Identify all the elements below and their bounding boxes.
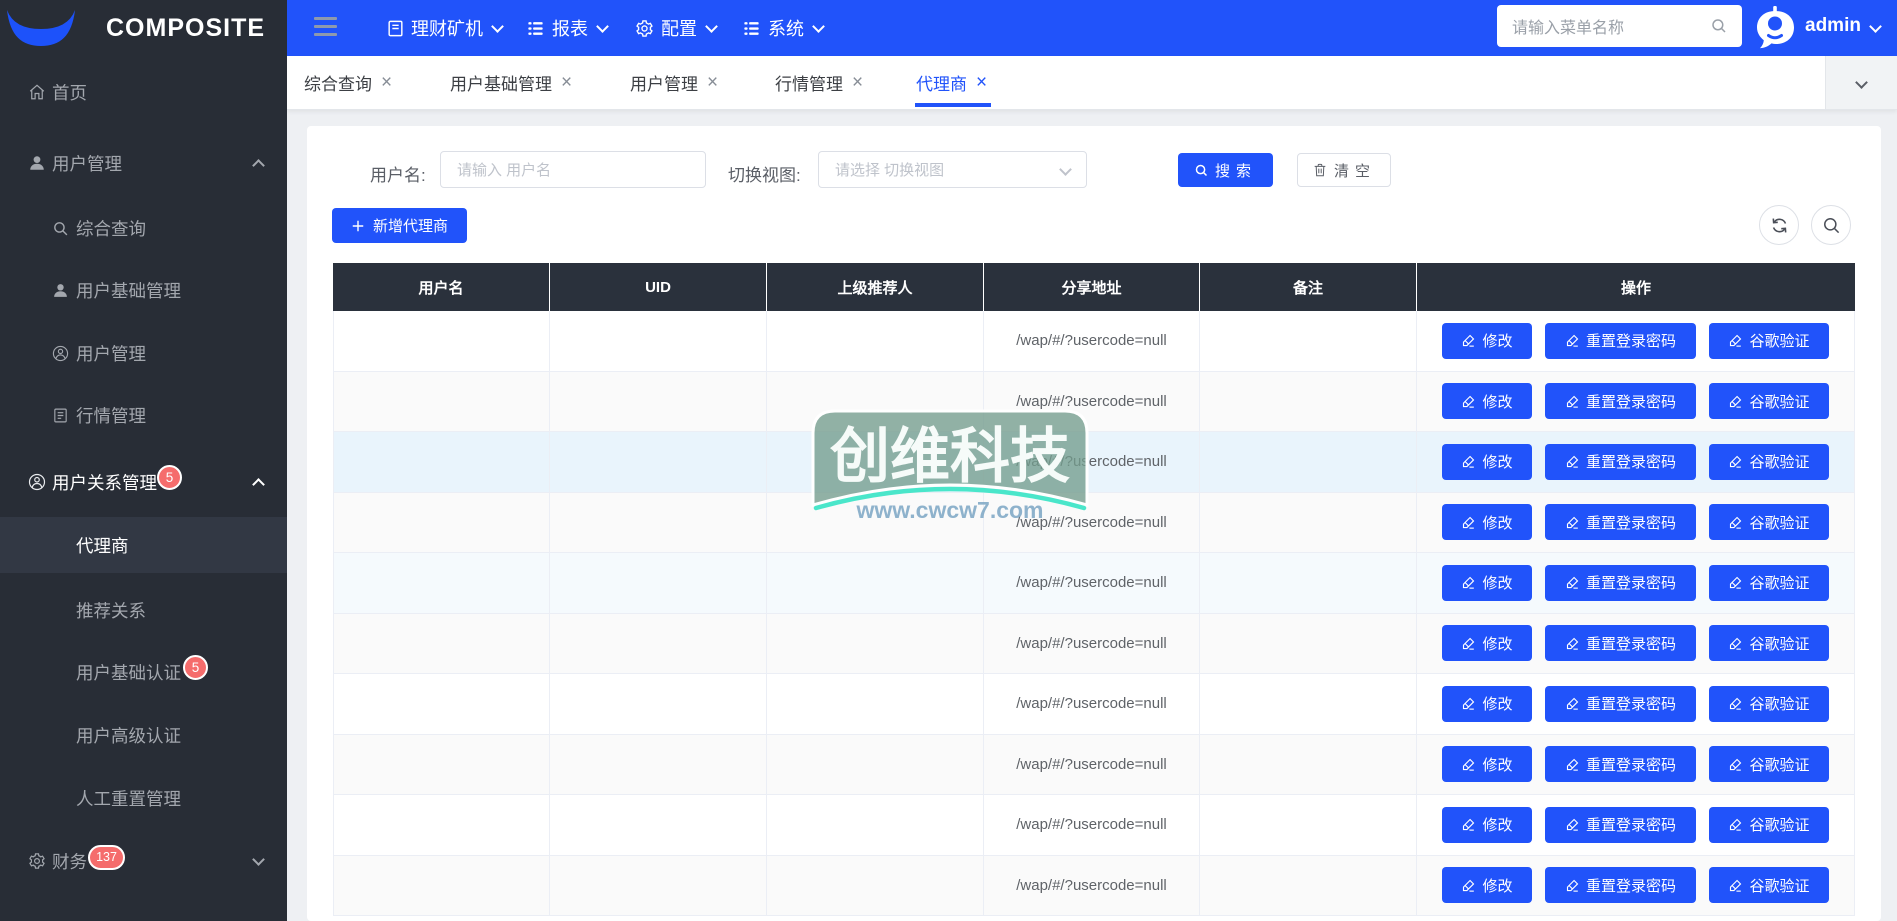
svg-text:www.cwcw7.com: www.cwcw7.com — [855, 497, 1043, 523]
svg-text:创维科技: 创维科技 — [830, 423, 1070, 490]
